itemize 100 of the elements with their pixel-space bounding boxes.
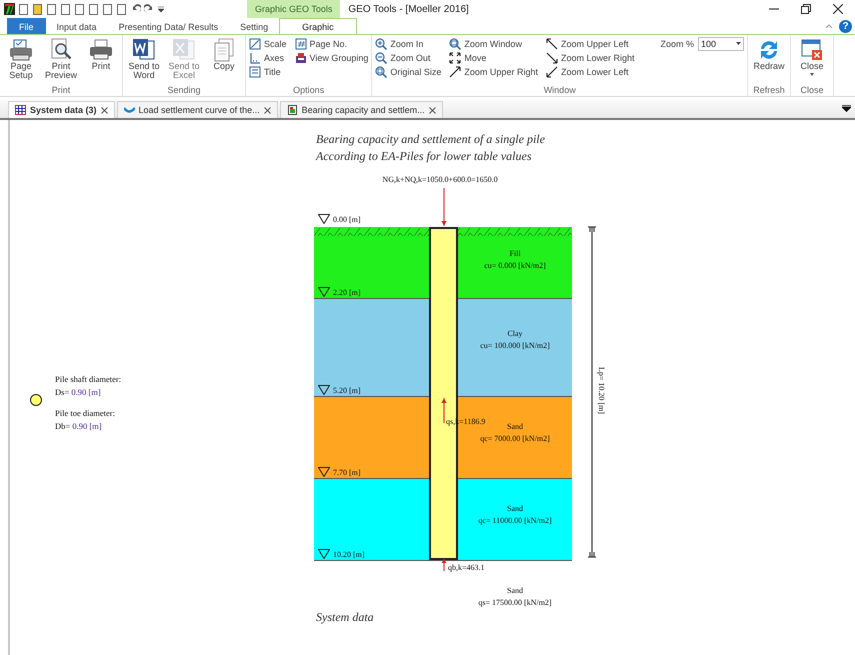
ribbon-tab[interactable]: Setting [229,18,280,34]
ribbon-button[interactable]: Page Setup [3,37,39,81]
legend-value: Ds= 0.90 [m] [55,386,102,399]
ribbon-button[interactable]: Zoom Upper Right [449,65,538,79]
ribbon-button[interactable]: Zoom Upper Left [546,37,634,51]
group-label: Options [292,85,326,96]
ribbon-tab[interactable]: Input data [46,18,108,34]
depth-label: 0.00 [m] [333,215,361,224]
word-document-icon [132,38,156,62]
level-marker-icon [318,549,330,559]
caret-icon [736,42,741,46]
curve-icon [124,105,135,115]
close-icon [100,106,108,114]
copy-icon [212,38,236,62]
undo-icon [130,3,141,15]
close-icon [264,106,271,114]
ribbon-button[interactable]: Copy [206,37,242,72]
layer-parameter: qc= 7000.00 [kN/m2] [480,433,550,446]
ribbon-button[interactable]: Zoom Window [449,37,538,51]
report-icon [286,105,298,115]
customize-caret-icon [158,5,164,13]
diagonal-arrow-icon [546,52,558,64]
new-file-icon [18,3,29,15]
ribbon-button[interactable]: Zoom Lower Right [546,51,634,65]
tab-list-icon[interactable] [842,105,851,112]
redo-icon [144,3,155,15]
base-resistance-label: qb,k=463.1 [448,563,485,572]
collapse-ribbon-icon [825,23,833,29]
document-icon [46,3,57,15]
level-marker-icon [318,385,330,395]
depth-label: 7.70 [m] [333,468,361,477]
ribbon-tab[interactable]: File [7,18,46,34]
diagonal-arrow-icon [546,66,558,78]
app-logo-icon [4,3,15,15]
level-marker-icon [318,287,330,297]
zoom-dropdown[interactable]: 100 [698,37,744,51]
drawing-caption: System data [316,610,374,625]
spreadsheet-icon [172,38,196,62]
group-label: Refresh [752,85,786,96]
close-icon [428,106,436,114]
ribbon-button[interactable]: Move [449,51,538,65]
ribbon-button[interactable]: Send to Word [126,37,162,81]
depth-label: 2.20 [m] [333,288,361,297]
ribbon-button[interactable]: Zoom In [375,37,442,51]
layer-parameter: cu= 0.000 [kN/m2] [484,260,546,272]
close-icon [833,4,843,14]
restore-icon [801,4,811,14]
layer-parameter: qc= 11000.00 [kN/m2] [478,515,552,528]
ribbon-button[interactable]: Redraw [751,37,787,72]
layer-name: Fill [509,248,521,260]
diagonal-arrow-icon [449,66,462,78]
ribbon-tab[interactable]: Presenting Data/ Results [108,18,230,34]
ribbon-button[interactable]: Page No. [294,37,368,51]
preview-icon [49,38,73,62]
document-tab[interactable]: Bearing capacity and settlem... [280,101,443,118]
ribbon-button[interactable]: Zoom Lower Left [546,65,634,79]
document-tab[interactable]: Load settlement curve of the... [116,101,278,118]
zoom-label: Zoom % [660,39,694,49]
load-arrow [441,188,447,227]
layer-name: Clay [507,328,523,340]
document-tab[interactable]: System data (3) [8,101,115,118]
level-marker-icon [318,467,330,477]
help-button[interactable]: ? [839,20,852,32]
layer-name: Sand [507,421,523,434]
page-number-icon [294,38,307,50]
ribbon-button[interactable]: View Grouping [294,51,368,65]
zoom-window-icon [449,38,462,50]
depth-label: 5.20 [m] [333,386,361,395]
window-title: GEO Tools - [Moeller 2016] [348,4,470,14]
ribbon-button[interactable]: Close [794,37,830,78]
zoom-out-icon [375,52,388,64]
drawing-title: Bearing capacity and settlement of a single pile [316,131,545,148]
ribbon-button[interactable]: Zoom Out [375,51,442,65]
ribbon-button[interactable]: Print Preview [43,37,79,81]
pile-section-circle [30,394,42,406]
zoom-icon [375,66,388,78]
ribbon-button[interactable]: Scale [249,37,287,51]
ribbon-button[interactable]: Print [83,37,119,72]
drawing-title: According to EA-Piles for lower table values [316,148,533,165]
zoom-in-icon [375,38,388,50]
level-marker-icon [318,214,330,224]
grid-icon [15,105,26,115]
pile-length-label: Lp= 10.20 [m] [597,367,606,414]
load-label: NG,k+NQ,k=1050.0+600.0=1650.0 [382,175,498,184]
legend-label: Pile toe diameter: [55,407,116,420]
group-label: Window [542,85,577,96]
base-resistance-arrow [441,558,447,571]
close-window-icon [800,38,824,62]
diagonal-arrow-icon [546,38,558,50]
ruler-icon [249,38,261,50]
ribbon-button[interactable]: Original Size [375,65,442,79]
axes-icon [249,52,261,64]
legend-label: Pile shaft diameter: [55,373,122,386]
group-label: Sending [166,85,202,96]
ribbon-button[interactable]: Title [249,65,287,79]
grouping-icon [294,52,307,64]
ribbon-tab[interactable]: Graphic [279,18,357,34]
depth-label: 10.20 [m] [333,550,365,559]
group-label: Print [50,85,72,96]
ribbon-button[interactable]: Axes [249,51,287,65]
